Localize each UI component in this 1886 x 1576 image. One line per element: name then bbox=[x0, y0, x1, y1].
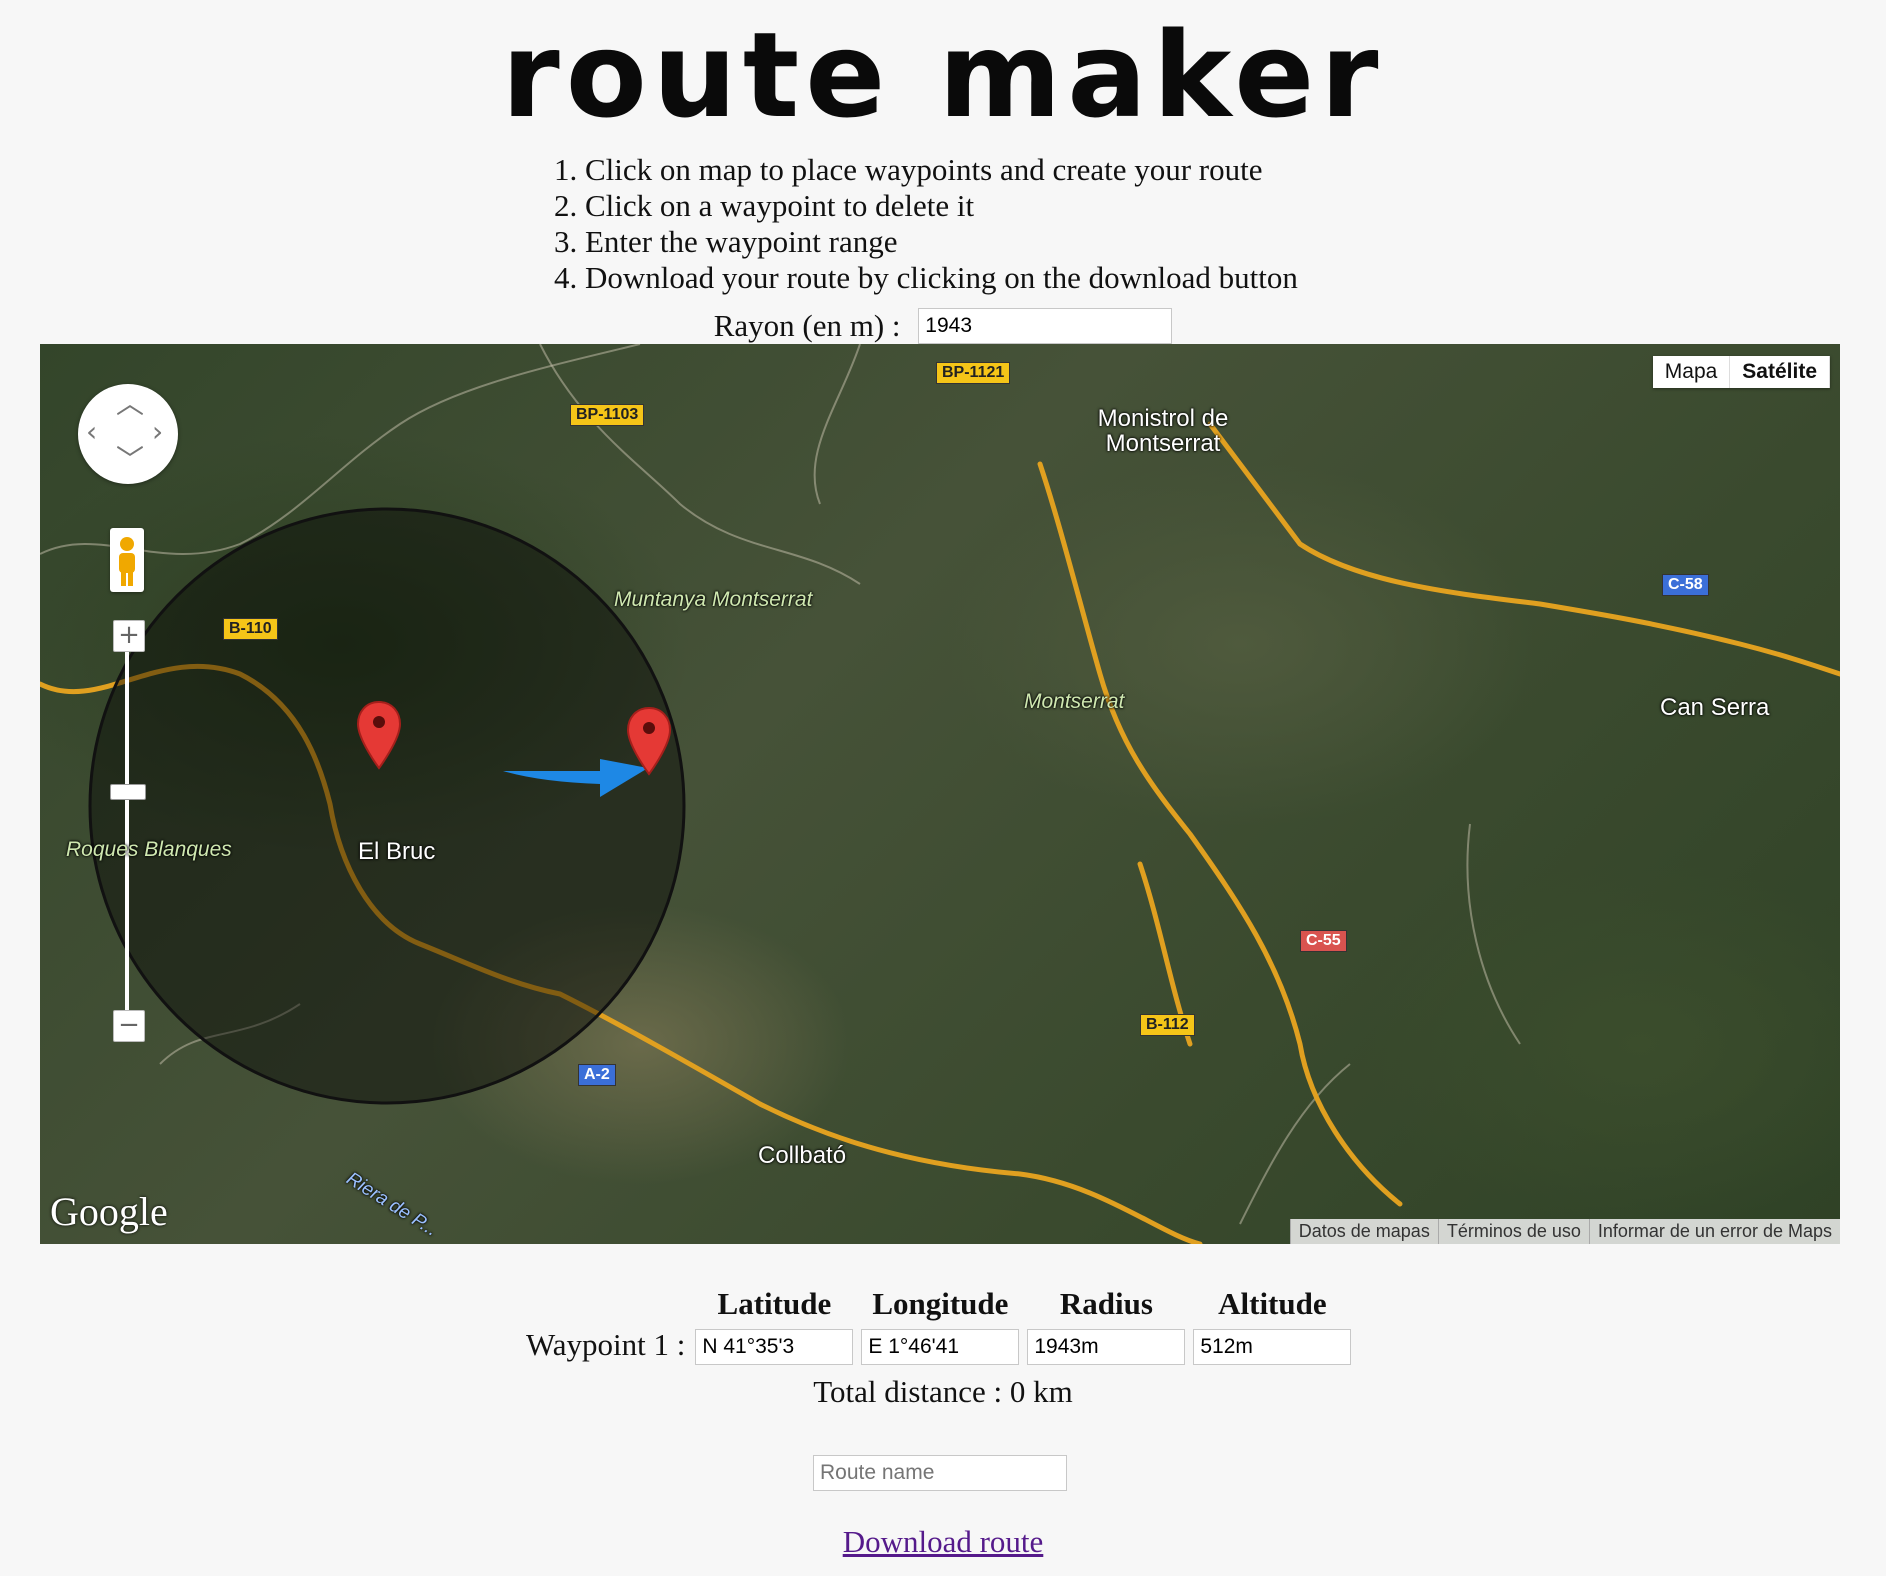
pegman-figure-icon bbox=[119, 537, 135, 586]
waypoint-marker-icon[interactable] bbox=[356, 700, 402, 770]
pan-left-icon[interactable]: ‹ bbox=[86, 418, 97, 446]
poi-label: Roques Blanques bbox=[66, 838, 232, 861]
road-label: B-110 bbox=[223, 618, 278, 640]
column-header-altitude: Altitude bbox=[1218, 1286, 1327, 1321]
place-label: Collbató bbox=[758, 1142, 847, 1169]
google-logo: Google bbox=[50, 1189, 168, 1234]
total-distance: Total distance : 0 km bbox=[813, 1374, 1073, 1409]
road-label: B-112 bbox=[1140, 1014, 1195, 1036]
longitude-input[interactable] bbox=[861, 1328, 1020, 1365]
road-label: C-58 bbox=[1662, 574, 1709, 596]
map-type-control: Mapa Satélite bbox=[1652, 356, 1830, 388]
zoom-in-button[interactable]: + bbox=[113, 620, 145, 652]
download-route-link[interactable]: Download route bbox=[843, 1524, 1044, 1559]
map-canvas[interactable]: ︿ ﹀ ‹ › + − Mapa Satélite BP-1121 BP-110… bbox=[40, 344, 1840, 1244]
pan-down-icon[interactable]: ﹀ bbox=[116, 446, 144, 474]
table-row: Waypoint 1 : bbox=[526, 1326, 1352, 1365]
road-label: C-55 bbox=[1300, 930, 1347, 952]
waypoint-label: Waypoint 1 : bbox=[526, 1327, 686, 1363]
instruction-item: 3. Enter the waypoint range bbox=[554, 224, 898, 259]
radius-input[interactable] bbox=[918, 307, 1173, 344]
map-data-link[interactable]: Datos de mapas bbox=[1289, 1219, 1438, 1244]
instruction-item: 4. Download your route by clicking on th… bbox=[554, 260, 1298, 295]
pan-up-icon[interactable]: ︿ bbox=[116, 390, 144, 418]
latitude-input[interactable] bbox=[695, 1328, 854, 1365]
column-header-longitude: Longitude bbox=[872, 1286, 1009, 1321]
road-label: BP-1103 bbox=[570, 404, 645, 426]
zoom-slider-track[interactable] bbox=[125, 634, 129, 1014]
pan-right-icon[interactable]: › bbox=[152, 418, 163, 446]
app-logo: route maker bbox=[501, 6, 1385, 144]
pan-control[interactable]: ︿ ﹀ ‹ › bbox=[78, 384, 178, 484]
report-error-link[interactable]: Informar de un error de Maps bbox=[1588, 1219, 1840, 1244]
download-row: Download route bbox=[0, 1524, 1886, 1560]
terrain-layer bbox=[40, 344, 1840, 1244]
instruction-item: 1. Click on map to place waypoints and c… bbox=[554, 152, 1263, 187]
waypoints-table: Latitude Longitude Radius Altitude Waypo… bbox=[518, 1282, 1359, 1367]
column-header-radius: Radius bbox=[1059, 1286, 1153, 1321]
poi-label: Muntanya Montserrat bbox=[614, 588, 813, 611]
header-spacer bbox=[526, 1284, 687, 1324]
road-label: BP-1121 bbox=[936, 362, 1011, 384]
place-label: El Bruc bbox=[358, 838, 436, 865]
zoom-out-button[interactable]: − bbox=[113, 1010, 145, 1042]
instructions-list: 1. Click on map to place waypoints and c… bbox=[554, 152, 1454, 296]
terms-link[interactable]: Términos de uso bbox=[1437, 1219, 1589, 1244]
place-label: Monistrol de Montserrat bbox=[1097, 405, 1229, 457]
map-type-satellite-button[interactable]: Satélite bbox=[1730, 356, 1830, 388]
place-label: Can Serra bbox=[1660, 694, 1770, 721]
radius-row: Rayon (en m) : bbox=[0, 305, 1886, 344]
poi-label: Montserrat bbox=[1024, 690, 1125, 713]
new-waypoint-marker-icon[interactable] bbox=[626, 706, 672, 776]
instruction-item: 2. Click on a waypoint to delete it bbox=[554, 188, 975, 223]
route-name-input[interactable] bbox=[813, 1455, 1067, 1491]
map-attribution: Datos de mapas Términos de uso Informar … bbox=[1289, 1219, 1840, 1244]
zoom-slider-thumb[interactable] bbox=[110, 784, 146, 800]
road-label: A-2 bbox=[578, 1064, 616, 1086]
map-type-map-button[interactable]: Mapa bbox=[1652, 356, 1731, 388]
radius-value-input[interactable] bbox=[1027, 1328, 1186, 1365]
radius-label: Rayon (en m) : bbox=[713, 307, 901, 343]
altitude-input[interactable] bbox=[1193, 1328, 1352, 1365]
pegman-icon[interactable] bbox=[110, 528, 144, 592]
column-header-latitude: Latitude bbox=[717, 1286, 832, 1321]
